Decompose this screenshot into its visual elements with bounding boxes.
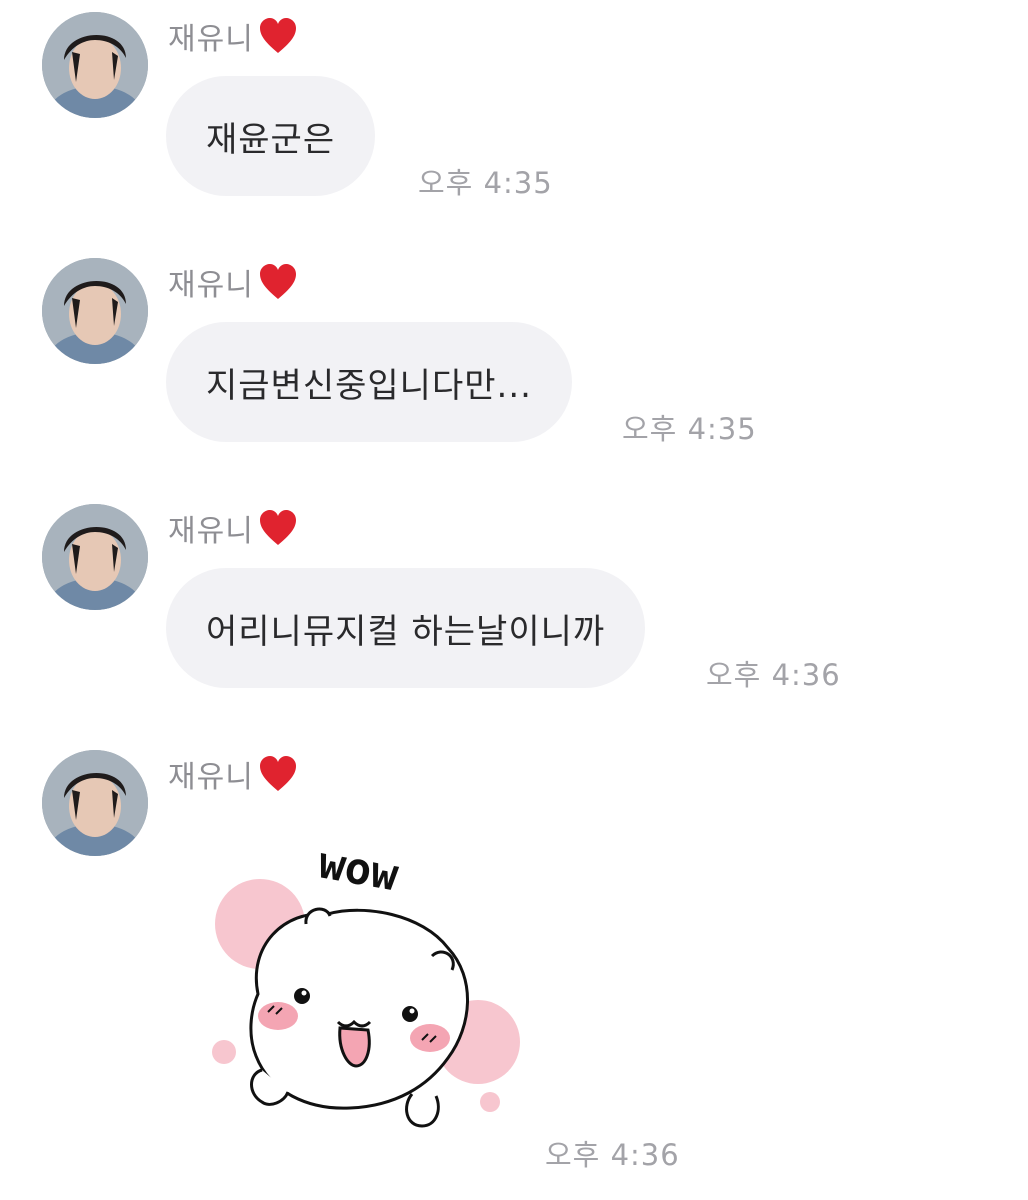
sender-header: 재유니 — [168, 260, 298, 304]
heart-icon — [258, 17, 298, 55]
sender-header: 재유니 — [168, 14, 298, 58]
avatar[interactable] — [42, 258, 148, 364]
message-row: 재유니 지금변신중입니다만... 오후 4:35 — [0, 258, 1028, 448]
message-timestamp: 오후 4:35 — [418, 166, 553, 200]
heart-icon — [258, 263, 298, 301]
sender-header: 재유니 — [168, 752, 298, 796]
sender-header: 재유니 — [168, 506, 298, 550]
message-bubble[interactable]: 지금변신중입니다만... — [166, 322, 572, 442]
message-timestamp: 오후 4:35 — [622, 412, 757, 446]
message-text: 지금변신중입니다만... — [206, 365, 532, 406]
wow-bear-sticker[interactable]: wow — [200, 837, 530, 1134]
message-bubble[interactable]: 어리니뮤지컬 하는날이니까 — [166, 568, 646, 688]
message-timestamp: 오후 4:36 — [545, 1138, 680, 1172]
message-text: 어리니뮤지컬 하는날이니까 — [206, 611, 606, 652]
message-timestamp: 오후 4:36 — [706, 658, 841, 692]
message-row: 재유니 어리니뮤지컬 하는날이니까 오후 4:36 — [0, 504, 1028, 694]
sticker-text: wow — [315, 844, 403, 902]
sender-name: 재유니 — [168, 268, 254, 303]
sender-name: 재유니 — [168, 514, 254, 549]
heart-icon — [258, 509, 298, 547]
sender-name: 재유니 — [168, 22, 254, 57]
message-bubble[interactable]: 재윤군은 — [166, 76, 376, 196]
message-text: 재윤군은 — [206, 119, 336, 160]
avatar[interactable] — [42, 750, 148, 856]
message-row: 재유니 재윤군은 오후 4:35 — [0, 12, 1028, 202]
sender-name: 재유니 — [168, 760, 254, 795]
avatar[interactable] — [42, 12, 148, 118]
avatar[interactable] — [42, 504, 148, 610]
heart-icon — [258, 755, 298, 793]
